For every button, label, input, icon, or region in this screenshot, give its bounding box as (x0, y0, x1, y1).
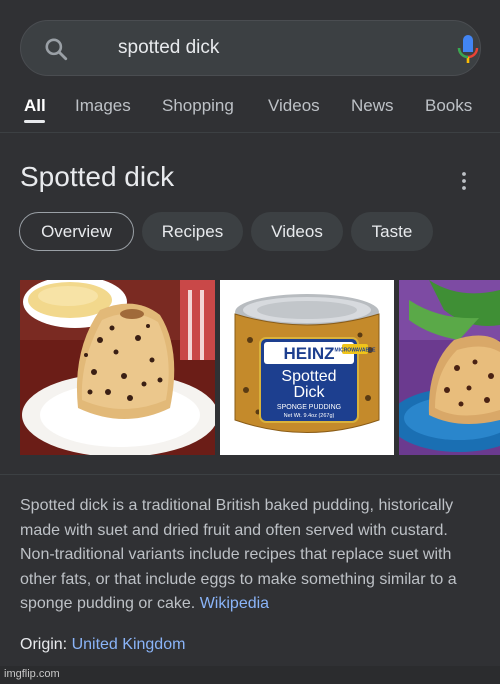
active-tab-indicator (24, 120, 45, 123)
can-line-sponge: SPONGE PUDDING (277, 404, 341, 411)
can-line-weight: Net Wt. 9.4oz (267g) (284, 413, 335, 419)
search-input[interactable]: spotted dick (118, 37, 219, 59)
tab-shopping[interactable]: Shopping (162, 96, 234, 116)
chip-videos[interactable]: Videos (251, 212, 343, 251)
origin-link[interactable]: United Kingdom (72, 636, 186, 653)
search-results-page: spotted dick All Images Shopping Videos … (0, 0, 500, 684)
origin-row: Origin: United Kingdom (20, 636, 185, 654)
image-pudding-custard[interactable] (20, 280, 215, 455)
microphone-icon[interactable] (455, 33, 481, 65)
chip-recipes[interactable]: Recipes (142, 212, 243, 251)
chip-taste[interactable]: Taste (351, 212, 433, 251)
divider (0, 474, 500, 475)
wikipedia-link[interactable]: Wikipedia (200, 595, 269, 612)
tab-books[interactable]: Books (425, 96, 472, 116)
image-heinz-can[interactable]: HEINZ MICROWAVABLE Spotted Dick SPONGE P… (220, 280, 394, 455)
watermark-bar: imgflip.com (0, 666, 500, 684)
tab-images[interactable]: Images (75, 96, 131, 116)
panel-title: Spotted dick (20, 161, 175, 192)
tab-videos[interactable]: Videos (268, 96, 320, 116)
divider (0, 132, 500, 133)
image-pudding-blue-plate[interactable] (399, 280, 500, 455)
more-options-icon[interactable] (458, 171, 470, 191)
search-bar[interactable]: spotted dick (20, 20, 481, 76)
search-icon[interactable] (43, 36, 69, 62)
panel-description: Spotted dick is a traditional British ba… (20, 494, 486, 617)
watermark-text: imgflip.com (4, 668, 60, 680)
can-badge: MICROWAVABLE (335, 348, 377, 354)
can-line-dick: Dick (293, 384, 325, 401)
tab-all[interactable]: All (24, 96, 46, 116)
can-line-spotted: Spotted (281, 368, 336, 385)
origin-label: Origin: (20, 636, 68, 653)
can-brand: HEINZ (284, 344, 335, 363)
tab-news[interactable]: News (351, 96, 394, 116)
chip-overview[interactable]: Overview (19, 212, 134, 251)
search-tabs: All Images Shopping Videos News Books (0, 92, 500, 132)
